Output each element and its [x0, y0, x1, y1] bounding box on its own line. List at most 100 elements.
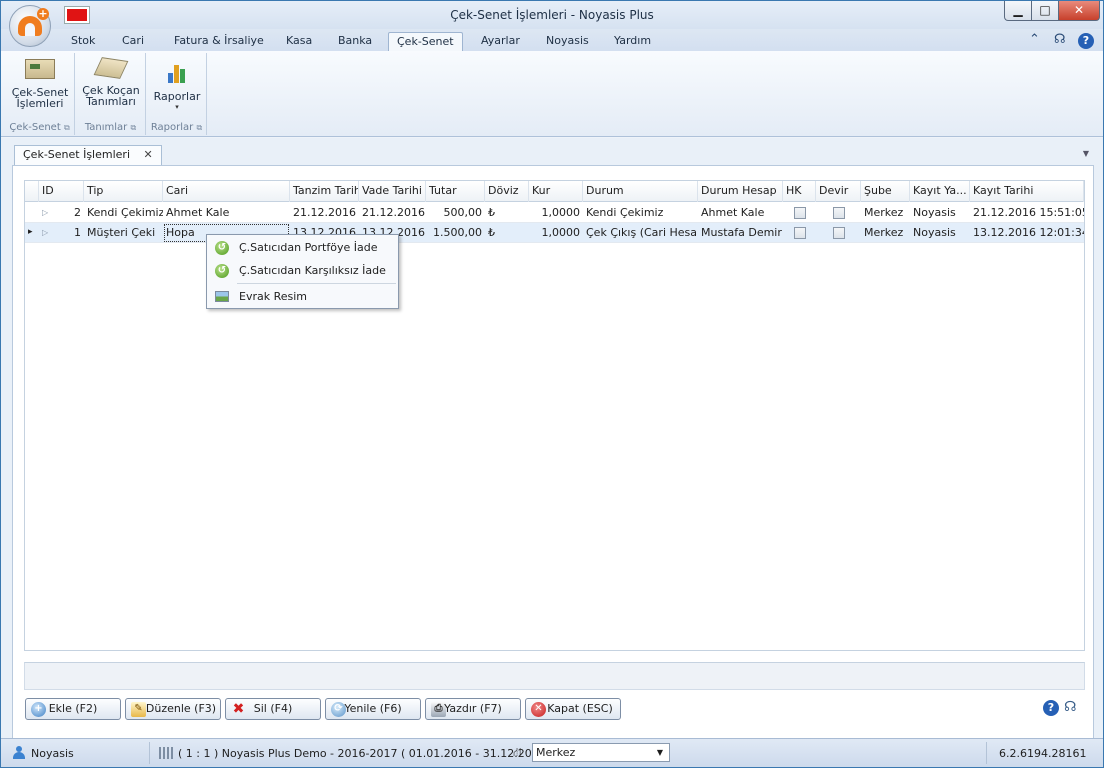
- column-header-doviz[interactable]: Döviz: [485, 181, 529, 202]
- table-row-selected[interactable]: ▸ ▷ 1 Müşteri Çeki Hopa 13.12.2016 13.12…: [25, 223, 1084, 243]
- row-indicator: [25, 203, 39, 223]
- grid-header: ID Tip Cari Tanzim Tarihi Vade Tarihi Tu…: [25, 181, 1084, 202]
- cell-tip[interactable]: Kendi Çekimiz: [84, 203, 163, 223]
- cell-durum-hesap[interactable]: Ahmet Kale: [698, 203, 783, 223]
- devir-checkbox[interactable]: [833, 227, 845, 239]
- cell-durum-hesap[interactable]: Mustafa Demir: [698, 223, 783, 243]
- ribbon-group-label: Raporlar ⧉: [150, 122, 203, 133]
- plus-icon: +: [37, 7, 49, 20]
- minimize-button[interactable]: ▁: [1004, 1, 1032, 21]
- cell-tip[interactable]: Müşteri Çeki: [84, 223, 163, 243]
- column-header-durum-hesap[interactable]: Durum Hesap: [698, 181, 783, 202]
- column-header-hk[interactable]: HK: [783, 181, 816, 202]
- title-bar: Çek-Senet İşlemleri - Noyasis Plus ▁ □ ✕: [1, 1, 1103, 29]
- branch-network-icon: ⛙: [513, 745, 522, 759]
- tab-noyasis[interactable]: Noyasis: [538, 32, 597, 51]
- column-header-tip[interactable]: Tip: [84, 181, 163, 202]
- column-header-kayit-tarihi[interactable]: Kayıt Tarihi: [970, 181, 1084, 202]
- menu-item-portfoye-iade[interactable]: ↺ Ç.Satıcıdan Portföye İade: [207, 237, 398, 259]
- cell-kayit-yapan[interactable]: Noyasis: [910, 203, 970, 223]
- row-indicator: ▸: [28, 227, 33, 237]
- status-user: Noyasis: [31, 747, 74, 760]
- column-header-sube[interactable]: Şube: [861, 181, 910, 202]
- ribbon-collapse-icon[interactable]: ⌃: [1029, 32, 1040, 47]
- tab-cari[interactable]: Cari: [114, 32, 152, 51]
- column-header-vade-tarihi[interactable]: Vade Tarihi: [359, 181, 426, 202]
- return-arrow-icon: ↺: [215, 264, 229, 278]
- dialog-launcher-icon[interactable]: ⧉: [130, 123, 136, 132]
- cell-tutar[interactable]: 500,00: [426, 203, 485, 223]
- database-icon: [159, 747, 173, 759]
- cek-senet-islemleri-button[interactable]: Çek-Senet İşlemleri: [9, 59, 71, 109]
- menu-item-evrak-resim[interactable]: Evrak Resim: [207, 286, 398, 308]
- add-button[interactable]: + Ekle (F2): [25, 698, 121, 720]
- expand-row-icon[interactable]: ▷: [39, 223, 53, 243]
- devir-checkbox[interactable]: [833, 207, 845, 219]
- tab-ayarlar[interactable]: Ayarlar: [473, 32, 528, 51]
- cek-senet-grid[interactable]: ID Tip Cari Tanzim Tarihi Vade Tarihi Tu…: [24, 180, 1085, 651]
- column-header-devir[interactable]: Devir: [816, 181, 861, 202]
- print-button[interactable]: ⎙ Yazdır (F7): [425, 698, 521, 720]
- status-separator: [149, 742, 150, 764]
- menu-item-karsiliksiz-iade[interactable]: ↺ Ç.Satıcıdan Karşılıksız İade: [207, 260, 398, 282]
- edit-button[interactable]: ✎ Düzenle (F3): [125, 698, 221, 720]
- tab-kasa[interactable]: Kasa: [278, 32, 320, 51]
- raporlar-button[interactable]: Raporlar ▾: [149, 59, 205, 113]
- dialog-launcher-icon[interactable]: ⧉: [196, 123, 202, 132]
- app-menu-button[interactable]: +: [9, 5, 51, 47]
- row-indicator-header: [25, 181, 39, 202]
- cell-kur[interactable]: 1,0000: [529, 223, 583, 243]
- tab-banka[interactable]: Banka: [330, 32, 380, 51]
- cell-kayit-tarihi[interactable]: 13.12.2016 12:01:34: [970, 223, 1084, 243]
- column-header-tanzim-tarihi[interactable]: Tanzim Tarihi: [290, 181, 359, 202]
- cell-durum[interactable]: Kendi Çekimiz: [583, 203, 698, 223]
- hk-checkbox[interactable]: [794, 207, 806, 219]
- close-window-button[interactable]: ✕: [1058, 1, 1100, 21]
- close-tab-icon[interactable]: ✕: [144, 148, 153, 161]
- cell-doviz[interactable]: ₺: [485, 223, 529, 243]
- delete-button[interactable]: ✖ Sil (F4): [225, 698, 321, 720]
- cell-tanzim-tarihi[interactable]: 21.12.2016: [290, 203, 359, 223]
- expand-row-icon[interactable]: ▷: [39, 203, 53, 223]
- tab-fatura-irsaliye[interactable]: Fatura & İrsaliye: [166, 32, 272, 51]
- column-header-cari[interactable]: Cari: [163, 181, 290, 202]
- table-row[interactable]: ▷ 2 Kendi Çekimiz Ahmet Kale 21.12.2016 …: [25, 203, 1084, 223]
- column-header-id[interactable]: ID: [39, 181, 84, 202]
- tab-yardim[interactable]: Yardım: [606, 32, 659, 51]
- cell-sube[interactable]: Merkez: [861, 203, 910, 223]
- tab-list-dropdown-icon[interactable]: ▼: [1083, 149, 1089, 158]
- dialog-launcher-icon[interactable]: ⧉: [64, 123, 70, 132]
- column-header-kur[interactable]: Kur: [529, 181, 583, 202]
- help-icon[interactable]: ?: [1043, 700, 1059, 716]
- cell-cari[interactable]: Ahmet Kale: [163, 203, 290, 223]
- cell-durum[interactable]: Çek Çıkış (Cari Hesaba): [583, 223, 698, 243]
- ribbon-group-label: Tanımlar ⧉: [84, 122, 137, 133]
- image-icon: [215, 291, 229, 302]
- cek-kocan-tanimlari-button[interactable]: Çek Koçan Tanımları: [78, 57, 144, 107]
- support-headset-icon[interactable]: ☊: [1054, 32, 1066, 47]
- tab-stok[interactable]: Stok: [63, 32, 103, 51]
- maximize-button[interactable]: □: [1031, 1, 1059, 21]
- close-button[interactable]: ✕ Kapat (ESC): [525, 698, 621, 720]
- cheque-book-icon: [93, 57, 129, 79]
- column-header-tutar[interactable]: Tutar: [426, 181, 485, 202]
- help-icon[interactable]: ?: [1078, 33, 1094, 49]
- document-tab[interactable]: Çek-Senet İşlemleri ✕: [14, 145, 162, 165]
- cell-vade-tarihi[interactable]: 21.12.2016: [359, 203, 426, 223]
- cell-kur[interactable]: 1,0000: [529, 203, 583, 223]
- cell-kayit-yapan[interactable]: Noyasis: [910, 223, 970, 243]
- column-header-kayit-yapan[interactable]: Kayıt Ya...: [910, 181, 970, 202]
- cell-doviz[interactable]: ₺: [485, 203, 529, 223]
- column-header-durum[interactable]: Durum: [583, 181, 698, 202]
- cell-kayit-tarihi[interactable]: 21.12.2016 15:51:05: [970, 203, 1084, 223]
- refresh-button[interactable]: ⟳ Yenile (F6): [325, 698, 421, 720]
- branch-select[interactable]: Merkez ▼: [532, 743, 670, 762]
- cell-tutar[interactable]: 1.500,00: [426, 223, 485, 243]
- support-headset-icon[interactable]: ☊: [1064, 699, 1076, 715]
- ribbon-group-tanimlar: Çek Koçan Tanımları Tanımlar ⧉: [76, 53, 146, 135]
- cell-id[interactable]: 2: [53, 203, 84, 223]
- cell-sube[interactable]: Merkez: [861, 223, 910, 243]
- tab-cek-senet[interactable]: Çek-Senet: [388, 32, 463, 51]
- cell-id[interactable]: 1: [53, 223, 84, 243]
- hk-checkbox[interactable]: [794, 227, 806, 239]
